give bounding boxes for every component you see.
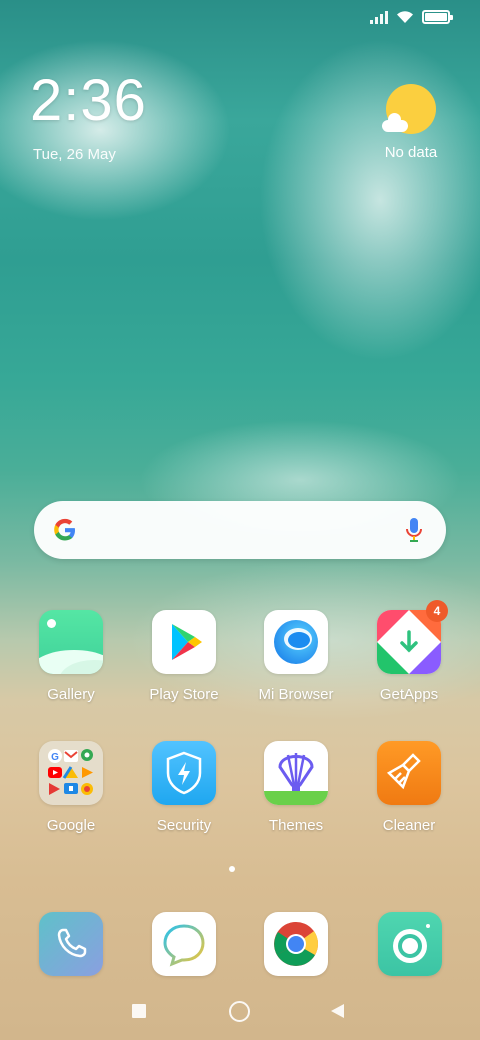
play-store-icon	[152, 610, 216, 674]
weather-widget[interactable]: No data	[370, 84, 450, 161]
gallery-icon	[39, 610, 103, 674]
camera-icon[interactable]	[378, 912, 442, 976]
notification-badge: 4	[426, 600, 448, 622]
home-icon[interactable]	[229, 1001, 250, 1022]
page-indicator	[229, 866, 235, 872]
battery-icon	[422, 10, 453, 24]
app-label: Google	[46, 817, 96, 834]
app-play-store[interactable]: Play Store	[129, 610, 239, 703]
mic-icon[interactable]	[404, 516, 424, 544]
app-label: Play Store	[149, 686, 219, 703]
status-bar	[370, 10, 453, 24]
svg-text:G: G	[51, 752, 59, 763]
app-label: Security	[156, 817, 212, 834]
app-label: Themes	[268, 817, 324, 834]
app-label: Gallery	[47, 686, 95, 703]
clock-time[interactable]: 2:36	[30, 72, 147, 130]
phone-icon[interactable]	[39, 912, 103, 976]
weather-status: No data	[384, 144, 438, 161]
app-label: GetApps	[379, 686, 439, 703]
app-themes[interactable]: Themes	[241, 741, 351, 834]
mi-browser-icon	[264, 610, 328, 674]
partly-cloudy-icon	[382, 84, 436, 134]
recents-icon[interactable]	[132, 1004, 146, 1018]
app-google-folder[interactable]: G Google	[16, 741, 126, 834]
messages-icon[interactable]	[152, 912, 216, 976]
google-search-bar[interactable]	[34, 501, 446, 559]
clock-date[interactable]: Tue, 26 May	[33, 146, 116, 163]
app-label: Mi Browser	[258, 686, 334, 703]
battery-level	[425, 13, 447, 21]
wifi-icon	[397, 11, 413, 23]
themes-icon	[264, 741, 328, 805]
security-icon	[152, 741, 216, 805]
google-g-icon	[54, 518, 75, 541]
chrome-icon[interactable]	[264, 912, 328, 976]
app-mi-browser[interactable]: Mi Browser	[241, 610, 351, 703]
cleaner-icon	[377, 741, 441, 805]
app-label: Cleaner	[382, 817, 436, 834]
app-cleaner[interactable]: Cleaner	[354, 741, 464, 834]
navigation-bar	[0, 995, 480, 1025]
app-gallery[interactable]: Gallery	[16, 610, 126, 703]
google-folder-icon: G	[39, 741, 103, 805]
signal-icon	[370, 10, 388, 24]
app-security[interactable]: Security	[129, 741, 239, 834]
back-icon[interactable]	[331, 1004, 345, 1023]
app-getapps[interactable]: 4 GetApps	[354, 600, 464, 703]
